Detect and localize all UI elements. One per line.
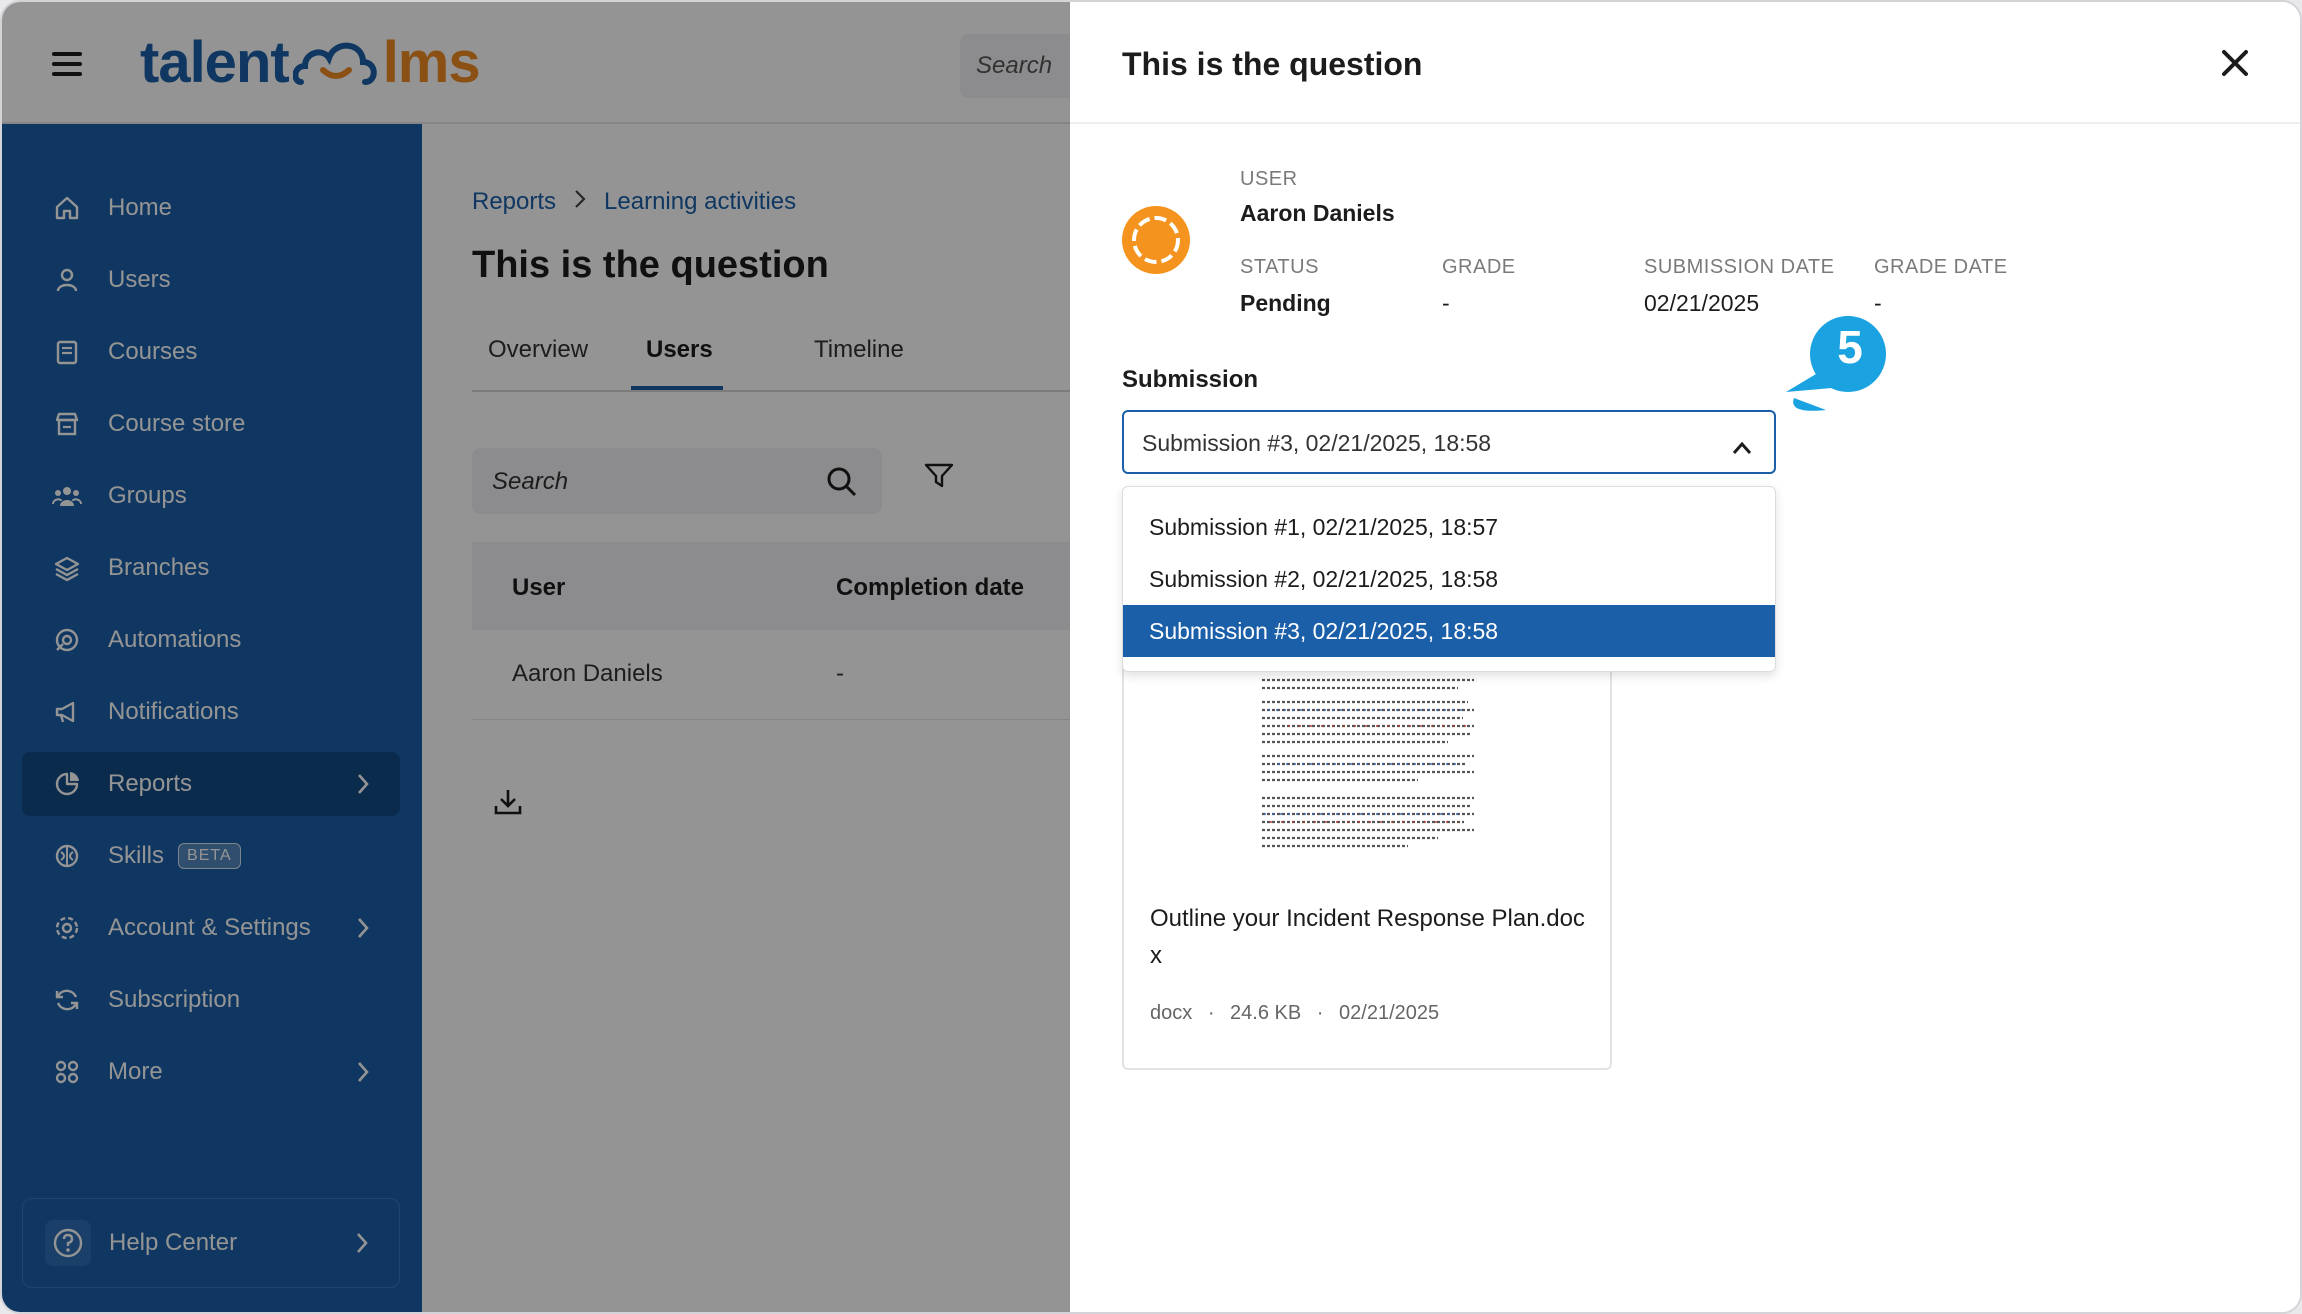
drawer-header: This is the question	[1070, 2, 2300, 124]
file-meta: docx · 24.6 KB · 02/21/2025	[1150, 1002, 1439, 1025]
file-type: docx	[1150, 1002, 1193, 1024]
avatar	[1122, 206, 1190, 274]
submission-drawer: This is the question USER Aaron Daniels …	[1070, 2, 2300, 1312]
submission-select[interactable]: Submission #3, 02/21/2025, 18:58	[1122, 410, 1776, 474]
submission-date-label: SUBMISSION DATE	[1644, 256, 1835, 278]
status-value: Pending	[1240, 290, 1331, 316]
grade-value: -	[1442, 290, 1450, 316]
grade-date-value: -	[1874, 290, 1882, 316]
modal-overlay[interactable]	[2, 2, 1070, 1312]
app-window: talent lms Search Home Users Courses Cou…	[0, 0, 2302, 1314]
meta-separator: ·	[1316, 1002, 1324, 1024]
submission-option-2[interactable]: Submission #2, 02/21/2025, 18:58	[1123, 553, 1775, 605]
meta-separator: ·	[1207, 1002, 1215, 1024]
user-name: Aaron Daniels	[1240, 200, 1395, 226]
step-callout-number: 5	[1837, 321, 1863, 373]
document-thumbnail	[1262, 678, 1474, 848]
submission-date-value: 02/21/2025	[1644, 290, 1760, 316]
grade-label: GRADE	[1442, 256, 1516, 278]
status-label: STATUS	[1240, 256, 1319, 278]
close-icon[interactable]	[2218, 46, 2252, 80]
avatar-ring-icon	[1132, 216, 1180, 264]
drawer-title: This is the question	[1122, 46, 1423, 82]
submission-label: Submission	[1122, 366, 1259, 393]
chevron-up-icon	[1732, 434, 1752, 461]
submission-option-3[interactable]: Submission #3, 02/21/2025, 18:58	[1123, 605, 1775, 657]
user-label: USER	[1240, 168, 1298, 190]
file-name[interactable]: Outline your Incident Response Plan.docx	[1150, 900, 1590, 974]
submission-option-1[interactable]: Submission #1, 02/21/2025, 18:57	[1123, 501, 1775, 553]
submission-selected-value: Submission #3, 02/21/2025, 18:58	[1142, 430, 1492, 456]
submission-dropdown: Submission #1, 02/21/2025, 18:57 Submiss…	[1122, 486, 1776, 672]
file-size: 24.6 KB	[1230, 1002, 1302, 1024]
grade-date-label: GRADE DATE	[1874, 256, 2008, 278]
file-date: 02/21/2025	[1339, 1002, 1440, 1024]
